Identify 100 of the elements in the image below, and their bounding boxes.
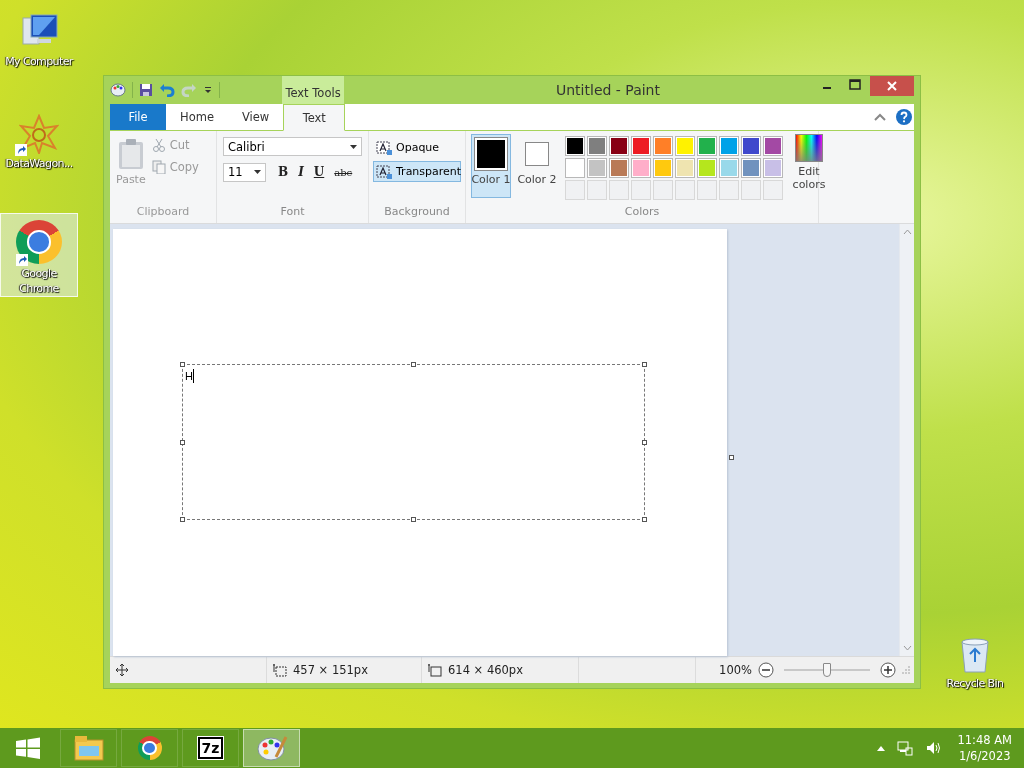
ribbon-tab[interactable]: Text xyxy=(283,104,346,131)
text-frame-icon xyxy=(376,164,392,179)
empty-swatch[interactable] xyxy=(763,180,783,200)
color-swatch[interactable] xyxy=(675,158,695,178)
color-swatch[interactable] xyxy=(741,136,761,156)
resize-handle[interactable] xyxy=(642,440,647,445)
background-option[interactable]: Opaque xyxy=(373,137,461,158)
strikethrough-button[interactable]: abc xyxy=(330,162,357,182)
group-label: Font xyxy=(279,205,306,220)
color-swatch[interactable] xyxy=(609,136,629,156)
resize-handle[interactable] xyxy=(642,517,647,522)
chrome-icon xyxy=(137,736,162,760)
group-label: Colors xyxy=(623,205,661,220)
color-swatch[interactable] xyxy=(565,136,585,156)
show-hidden-icons-caret[interactable] xyxy=(877,745,886,751)
empty-swatch[interactable] xyxy=(653,180,673,200)
vertical-scrollbar[interactable] xyxy=(899,224,914,656)
ribbon-tab[interactable]: Home xyxy=(166,104,228,130)
color-swatch[interactable] xyxy=(587,158,607,178)
empty-swatch[interactable] xyxy=(631,180,651,200)
canvas-size: 614 × 460px xyxy=(448,663,523,677)
italic-button[interactable]: I xyxy=(294,162,308,182)
empty-swatch[interactable] xyxy=(741,180,761,200)
star-logo-icon xyxy=(19,114,59,154)
dropdown-arrow-icon xyxy=(254,170,261,174)
color-swatch[interactable] xyxy=(763,158,783,178)
move-cursor-icon xyxy=(116,664,128,676)
shortcut-arrow-icon xyxy=(15,144,27,156)
color-swatch[interactable] xyxy=(587,136,607,156)
color-swatch[interactable] xyxy=(653,158,673,178)
color-swatch[interactable] xyxy=(763,136,783,156)
edit-colors-button[interactable]: Edit colors xyxy=(789,134,829,205)
help-icon[interactable] xyxy=(896,109,912,125)
file-menu-tab[interactable]: File xyxy=(110,104,166,130)
taskbar-button[interactable] xyxy=(243,729,300,767)
empty-swatch[interactable] xyxy=(565,180,585,200)
color-selector[interactable]: Color 2 xyxy=(517,134,557,198)
palette-icon[interactable] xyxy=(110,82,126,98)
copy-icon xyxy=(151,160,166,174)
network-icon[interactable] xyxy=(897,740,914,756)
context-tab-header: Text Tools xyxy=(282,76,344,104)
empty-swatch[interactable] xyxy=(719,180,739,200)
resize-grip-icon[interactable] xyxy=(902,666,910,674)
close-icon[interactable] xyxy=(870,76,914,96)
selection-size-icon xyxy=(273,663,287,677)
background-option[interactable]: Transparent xyxy=(373,161,461,182)
shortcut-arrow-icon xyxy=(16,254,28,266)
color-swatch[interactable] xyxy=(697,158,717,178)
underline-button[interactable]: U xyxy=(309,162,329,182)
empty-swatch[interactable] xyxy=(587,180,607,200)
color-swatch[interactable] xyxy=(631,136,651,156)
color-swatch[interactable] xyxy=(653,136,673,156)
empty-swatch[interactable] xyxy=(609,180,629,200)
color-selector[interactable]: Color 1 xyxy=(471,134,511,198)
archive-logo: 7z xyxy=(197,737,224,759)
font-size-dropdown[interactable]: 11 xyxy=(223,162,266,182)
zoom-level: 100% xyxy=(719,663,752,677)
selection-size: 457 × 151px xyxy=(293,663,368,677)
empty-swatch[interactable] xyxy=(697,180,717,200)
color-swatch[interactable] xyxy=(631,158,651,178)
resize-handle[interactable] xyxy=(729,455,734,460)
taskbar-button[interactable]: 7z xyxy=(182,729,239,767)
color-swatch[interactable] xyxy=(675,136,695,156)
resize-handle[interactable] xyxy=(180,440,185,445)
font-family-dropdown[interactable]: Calibri xyxy=(223,137,362,156)
zoom-in-icon[interactable] xyxy=(880,662,896,678)
color-swatch[interactable] xyxy=(719,158,739,178)
undo-icon[interactable] xyxy=(159,83,175,97)
chrome-icon xyxy=(16,220,62,264)
taskbar-button[interactable] xyxy=(121,729,178,767)
color-swatch[interactable] xyxy=(609,158,629,178)
speaker-icon[interactable] xyxy=(925,740,942,756)
group-label: Background xyxy=(383,205,451,220)
group-label: Clipboard xyxy=(135,205,191,220)
resize-handle[interactable] xyxy=(180,362,185,367)
resize-handle[interactable] xyxy=(642,362,647,367)
dropdown-icon[interactable] xyxy=(203,85,213,95)
color-swatch[interactable] xyxy=(565,158,585,178)
dropdown-arrow-icon xyxy=(350,144,357,149)
color-swatch[interactable] xyxy=(697,136,717,156)
text-frame-icon xyxy=(376,140,392,155)
taskbar-button[interactable] xyxy=(60,729,117,767)
color-swatch[interactable] xyxy=(719,136,739,156)
resize-handle[interactable] xyxy=(411,517,416,522)
bold-button[interactable]: B xyxy=(274,162,293,182)
canvas-size-icon xyxy=(428,663,442,677)
color-swatch[interactable] xyxy=(741,158,761,178)
resize-handle[interactable] xyxy=(411,362,416,367)
save-icon[interactable] xyxy=(139,83,153,97)
resize-handle[interactable] xyxy=(180,517,185,522)
window-title: Untitled - Paint xyxy=(555,82,661,98)
folder-icon xyxy=(72,734,105,762)
slider-thumb[interactable] xyxy=(823,663,831,677)
drawing-canvas[interactable]: H xyxy=(113,229,727,656)
empty-swatch[interactable] xyxy=(675,180,695,200)
scissors-icon xyxy=(151,138,166,152)
collapse-caret-icon[interactable] xyxy=(874,113,886,121)
zoom-out-icon[interactable] xyxy=(758,662,774,678)
ribbon-tab[interactable]: View xyxy=(227,104,284,130)
clipboard-icon xyxy=(116,138,145,170)
